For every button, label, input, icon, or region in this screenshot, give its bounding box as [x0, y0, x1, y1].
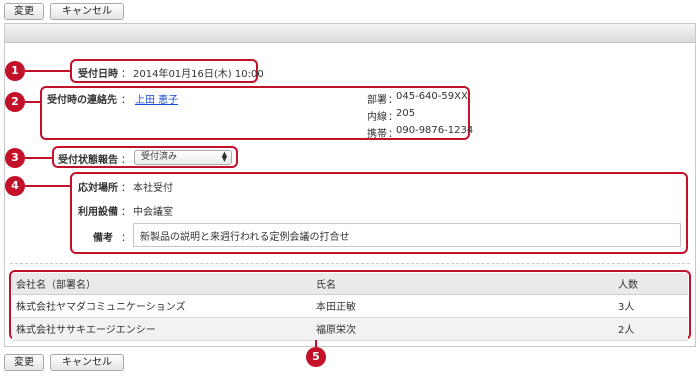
table-header-row: 会社名（部署名） 氏名 人数 — [12, 273, 688, 295]
badge-2: 2 — [5, 92, 25, 112]
section-divider — [10, 263, 690, 264]
datetime-label: 受付日時 — [78, 69, 118, 80]
count-cell: 3人 — [614, 294, 688, 318]
panel-header — [5, 24, 695, 43]
column-name: 氏名 — [312, 273, 614, 295]
dept-phone: 045-640-59XX — [396, 91, 468, 102]
badge-5: 5 — [306, 347, 326, 367]
count-cell: 2人 — [614, 317, 688, 341]
mobile-phone: 090-9876-1234 — [396, 125, 474, 136]
status-separator: ： — [121, 155, 131, 166]
place-label: 応対場所 — [78, 183, 118, 194]
table-row: 株式会社ササキエージエンシー 福原栄次 2人 — [12, 317, 688, 341]
facility-value: 中会議室 — [133, 207, 173, 218]
company-cell: 株式会社ササキエージエンシー — [12, 317, 312, 341]
place-separator: ： — [121, 183, 131, 194]
status-select-value: 受付済み — [141, 152, 178, 162]
facility-separator: ： — [121, 207, 131, 218]
contact-label: 受付時の連絡先 — [47, 95, 117, 106]
change-button-top[interactable]: 変更 — [4, 3, 44, 20]
badge-connector-2 — [25, 101, 40, 103]
note-value: 新製品の説明と来週行われる定例会議の打合せ — [140, 232, 350, 243]
note-field: 新製品の説明と来週行われる定例会議の打合せ — [133, 223, 681, 247]
column-company: 会社名（部署名） — [12, 273, 312, 295]
contact-separator: ： — [121, 95, 131, 106]
company-cell: 株式会社ヤマダコミュニケーションズ — [12, 294, 312, 318]
status-label: 受付状態報告 — [58, 155, 118, 166]
badge-connector-3 — [25, 157, 52, 159]
contact-name-link[interactable]: 上田 恵子 — [135, 91, 178, 106]
badge-4: 4 — [5, 176, 25, 196]
table-row: 株式会社ヤマダコミュニケーションズ 本田正敏 3人 — [12, 294, 688, 318]
note-label: 備考 — [93, 233, 113, 244]
datetime-value: 2014年01月16日(木) 10:00 — [133, 69, 264, 80]
badge-1: 1 — [5, 61, 25, 81]
badge-connector-1 — [25, 70, 70, 72]
facility-label: 利用設備 — [78, 207, 118, 218]
person-name-cell: 福原栄次 — [312, 317, 614, 341]
change-button-bottom[interactable]: 変更 — [4, 354, 44, 371]
dept-label: 部署 — [367, 95, 387, 106]
visitor-table: 会社名（部署名） 氏名 人数 株式会社ヤマダコミュニケーションズ 本田正敏 3人… — [12, 273, 688, 341]
note-separator: ： — [121, 233, 131, 244]
badge-3: 3 — [5, 148, 25, 168]
cancel-button-bottom[interactable]: キャンセル — [50, 354, 124, 371]
place-value: 本社受付 — [133, 183, 173, 194]
mobile-label: 携帯 — [367, 129, 387, 140]
badge-connector-4 — [25, 185, 70, 187]
ext-value: 205 — [396, 108, 416, 119]
cancel-button-top[interactable]: キャンセル — [50, 3, 124, 20]
status-select[interactable]: 受付済み ▲ ▼ — [134, 150, 232, 165]
datetime-separator: ： — [121, 69, 131, 80]
select-arrows-icon: ▲ ▼ — [221, 150, 228, 163]
ext-label: 内線 — [367, 112, 387, 123]
person-name-cell: 本田正敏 — [312, 294, 614, 318]
column-count: 人数 — [614, 273, 688, 295]
